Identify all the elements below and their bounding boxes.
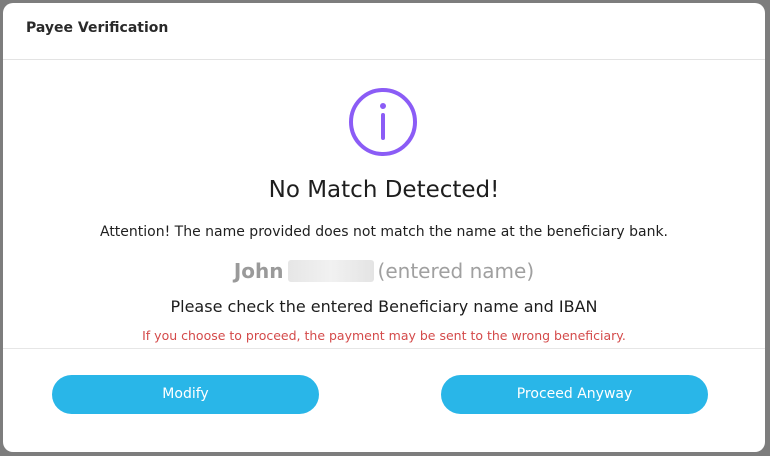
entered-name-suffix: (entered name)	[377, 259, 535, 283]
entered-first-name: John	[233, 259, 284, 283]
entered-name: John (entered name)	[3, 259, 765, 283]
check-instruction: Please check the entered Beneficiary nam…	[170, 297, 598, 316]
warning-text: If you choose to proceed, the payment ma…	[142, 328, 626, 343]
dialog-header: Payee Verification	[3, 3, 765, 60]
proceed-anyway-button[interactable]: Proceed Anyway	[441, 375, 708, 414]
dialog-title: Payee Verification	[26, 20, 169, 36]
payee-verification-dialog: Payee Verification No Match Detected! At…	[3, 3, 765, 452]
headline: No Match Detected!	[268, 177, 500, 203]
footer-divider	[3, 348, 765, 349]
attention-text: Attention! The name provided does not ma…	[99, 224, 669, 240]
redacted-surname	[287, 260, 374, 282]
info-icon	[349, 88, 417, 156]
modify-button[interactable]: Modify	[52, 375, 319, 414]
